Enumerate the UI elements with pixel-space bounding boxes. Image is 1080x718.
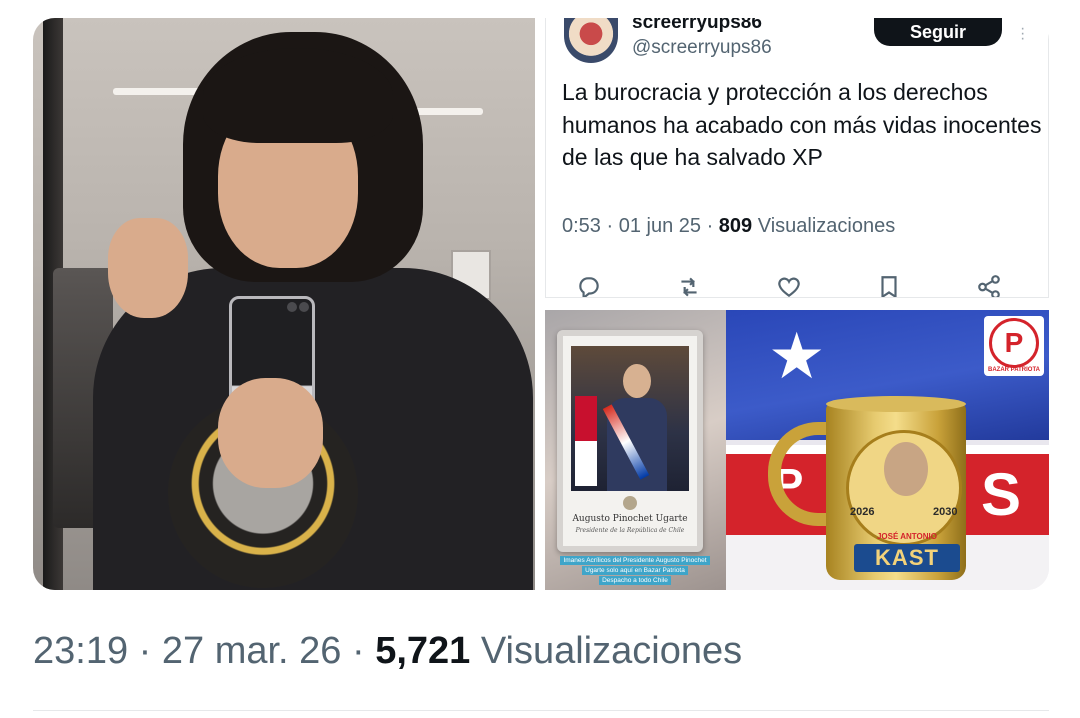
logo-ring: P (989, 318, 1039, 368)
product-caption: Imanes Acrílicos del Presidente Augusto … (551, 556, 719, 585)
retweet-icon[interactable] (674, 272, 704, 297)
mug-banner: JOSÉ ANTONIO KAST (854, 532, 960, 572)
tweet-date: 01 jun 25 (618, 215, 702, 237)
avatar[interactable] (564, 18, 618, 63)
flag-in-portrait (575, 396, 597, 486)
portrait-face (623, 364, 651, 398)
logo-text: BAZAR PATRIOTA (988, 367, 1040, 373)
mug-year-end: 2030 (933, 506, 958, 518)
logo-letter: P (1004, 327, 1024, 358)
bangs (203, 48, 393, 143)
post-date[interactable]: 27 mar. 26 (162, 630, 342, 672)
reply-icon[interactable] (574, 272, 604, 297)
like-icon[interactable] (774, 272, 804, 297)
phone-camera (287, 302, 309, 312)
flag-star-icon: ★ (768, 320, 826, 392)
more-vertical-icon[interactable]: · · · (1020, 21, 1025, 47)
tweet-handle[interactable]: @screerryups86 (632, 37, 772, 59)
tweet-time: 0:53 (562, 215, 601, 237)
follow-button[interactable]: Seguir (874, 18, 1002, 46)
raised-hand (108, 218, 188, 318)
acrylic-magnet-photo[interactable]: Augusto Pinochet Ugarte Presidente de la… (545, 310, 726, 590)
mug-banner-top-text: JOSÉ ANTONIO (876, 532, 937, 541)
caption-line: Ugarte solo aquí en Bazar Patriota (582, 566, 688, 575)
divider (33, 710, 1049, 711)
post-views-label: Visualizaciones (480, 630, 743, 672)
caption-line: Imanes Acrílicos del Presidente Augusto … (560, 556, 710, 565)
tweet-views-label: Visualizaciones (757, 215, 896, 237)
post-views-count: 5,721 (375, 630, 471, 672)
coat-of-arms-icon (623, 496, 637, 510)
tweet-actions-bar (574, 272, 1024, 297)
hand-holding-phone (218, 378, 323, 488)
tweet-views-count: 809 (718, 215, 753, 237)
tweet-text: La burocracia y protección a los derecho… (562, 79, 1042, 170)
embedded-tweet-card[interactable]: screerryups86 @screerryups86 Seguir · · · … (545, 18, 1049, 298)
caption-line: Despacho a todo Chile (599, 576, 671, 585)
mug-year-start: 2026 (850, 506, 875, 518)
post-meta: 23:19 · 27 mar. 26 · 5,721 Visualizacion… (33, 630, 743, 672)
plaque-title: Augusto Pinochet Ugarte (572, 514, 688, 524)
mirror-selfie-photo[interactable] (33, 18, 535, 590)
media-grid: screerryups86 @screerryups86 Seguir · · · … (33, 18, 1049, 590)
portrait (571, 346, 689, 491)
mug-banner-name: KAST (875, 545, 939, 570)
ceiling-light (113, 88, 203, 95)
acrylic-plaque: Augusto Pinochet Ugarte Presidente de la… (557, 330, 703, 552)
bazar-patriota-logo: P BAZAR PATRIOTA (984, 316, 1044, 376)
plaque-subtitle: Presidente de la República de Chile (575, 527, 685, 534)
mug-rim (826, 396, 966, 412)
post-time[interactable]: 23:19 (33, 630, 128, 672)
tweet-display-name[interactable]: screerryups86 (632, 18, 762, 34)
tweet-meta: 0:53 · 01 jun 25 · 809 Visualizaciones (562, 215, 896, 237)
mug-photo[interactable]: ★ P S P BAZAR PATRIOTA 2026 2030 JOSÉ AN… (726, 310, 1049, 590)
flag-print-text: S (981, 461, 1022, 528)
share-icon[interactable] (974, 272, 1004, 297)
mug-portrait (884, 442, 928, 496)
bookmark-icon[interactable] (874, 272, 904, 297)
